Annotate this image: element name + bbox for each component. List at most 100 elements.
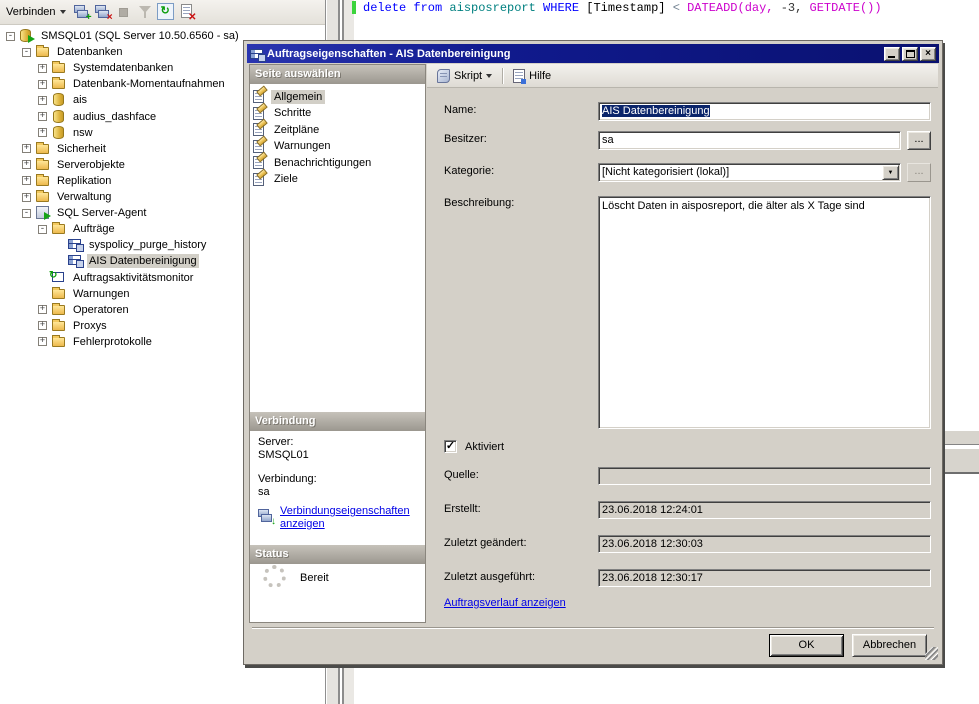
tree-item-label[interactable]: audius_dashface: [71, 110, 158, 124]
help-button[interactable]: Hilfe: [509, 67, 555, 85]
sidebar-page-label[interactable]: Allgemein: [271, 90, 325, 104]
job-history-link[interactable]: Auftragsverlauf anzeigen: [444, 597, 566, 609]
expand-toggle-icon[interactable]: -: [6, 32, 15, 41]
db-icon: [53, 126, 64, 139]
tree-item[interactable]: - SQL Server-Agent: [20, 205, 148, 221]
tree-item[interactable]: + Fehlerprotokolle: [36, 334, 154, 350]
folder-icon: [36, 160, 49, 170]
enabled-checkbox[interactable]: ✓: [444, 440, 457, 453]
tree-item-label[interactable]: Replikation: [55, 174, 113, 188]
owner-input[interactable]: sa: [598, 131, 901, 150]
tree-item[interactable]: - Aufträge: [36, 221, 117, 237]
expand-toggle-icon[interactable]: +: [38, 64, 47, 73]
connection-properties-link[interactable]: Verbindungseigenschaften anzeigen: [280, 505, 410, 531]
sidebar-page-item[interactable]: Ziele: [252, 171, 301, 188]
sidebar-page-label[interactable]: Benachrichtigungen: [271, 156, 374, 170]
sidebar-page-label[interactable]: Zeitpläne: [271, 123, 322, 137]
tree-item[interactable]: + Systemdatenbanken: [36, 60, 175, 76]
tree-item-label[interactable]: Fehlerprotokolle: [71, 335, 154, 349]
tree-item-label[interactable]: SMSQL01 (SQL Server 10.50.6560 - sa): [39, 29, 241, 43]
disconnect-server-button[interactable]: ×: [94, 3, 112, 21]
tree-item-label[interactable]: Serverobjekte: [55, 158, 127, 172]
db-icon: [51, 125, 68, 141]
sql-editor-line[interactable]: delete from aisposreport WHERE [Timestam…: [363, 1, 882, 15]
tree-item-label[interactable]: Systemdatenbanken: [71, 61, 175, 75]
expand-toggle-icon[interactable]: +: [38, 305, 47, 314]
tree-item[interactable]: + Operatoren: [36, 302, 131, 318]
job-icon: [68, 239, 81, 249]
expand-toggle-icon[interactable]: +: [38, 112, 47, 121]
tree-item[interactable]: syspolicy_purge_history: [52, 237, 208, 253]
dialog-titlebar[interactable]: Auftragseigenschaften - AIS Datenbereini…: [247, 44, 939, 63]
tree-item[interactable]: Warnungen: [36, 286, 131, 302]
background-scrollbar[interactable]: [941, 448, 979, 474]
resize-grip[interactable]: [925, 647, 938, 660]
expand-toggle-icon[interactable]: +: [22, 160, 31, 169]
tree-item[interactable]: + Proxys: [36, 318, 109, 334]
tree-item-label[interactable]: Datenbanken: [55, 45, 124, 59]
minimize-button[interactable]: [884, 47, 900, 61]
tree-item-label[interactable]: SQL Server-Agent: [55, 206, 148, 220]
maximize-button[interactable]: [902, 47, 918, 61]
refresh-button[interactable]: ↻: [157, 3, 175, 21]
script-error-button[interactable]: ✕: [178, 3, 196, 21]
tree-item-label[interactable]: Datenbank-Momentaufnahmen: [71, 77, 227, 91]
tree-item[interactable]: AIS Datenbereinigung: [52, 253, 199, 269]
help-label: Hilfe: [529, 70, 551, 82]
cancel-button[interactable]: Abbrechen: [852, 634, 927, 657]
tree-item-label[interactable]: Aufträge: [71, 222, 117, 236]
tree-item-label[interactable]: Operatoren: [71, 303, 131, 317]
tree-item-label[interactable]: ais: [71, 93, 89, 107]
sidebar-page-label[interactable]: Warnungen: [271, 139, 333, 153]
server-value: SMSQL01: [258, 449, 309, 461]
tree-item-label[interactable]: AIS Datenbereinigung: [87, 254, 199, 268]
expand-toggle-icon[interactable]: -: [22, 209, 31, 218]
owner-browse-button[interactable]: ...: [907, 131, 931, 150]
expand-toggle-icon[interactable]: +: [38, 80, 47, 89]
tree-item-label[interactable]: Auftragsaktivitätsmonitor: [71, 271, 195, 285]
category-dropdown[interactable]: [Nicht kategorisiert (lokal)] ▼: [598, 163, 901, 182]
expand-toggle-icon[interactable]: -: [22, 48, 31, 57]
tree-item-label[interactable]: Proxys: [71, 319, 109, 333]
expand-toggle-icon[interactable]: +: [38, 96, 47, 105]
tree-item[interactable]: + Sicherheit: [20, 141, 108, 157]
folder-icon: [36, 47, 49, 57]
connect-server-button[interactable]: +: [73, 3, 91, 21]
tree-item[interactable]: + audius_dashface: [36, 109, 158, 125]
sidebar-page-label[interactable]: Schritte: [271, 106, 314, 120]
tree-item-label[interactable]: nsw: [71, 126, 95, 140]
tree-item[interactable]: + ais: [36, 92, 89, 108]
expand-toggle-icon[interactable]: +: [38, 337, 47, 346]
tree-item[interactable]: + Datenbank-Momentaufnahmen: [36, 76, 227, 92]
tree-item-label[interactable]: syspolicy_purge_history: [87, 238, 208, 252]
tree-item[interactable]: + Verwaltung: [20, 189, 113, 205]
connect-menu-button[interactable]: Verbinden: [2, 4, 70, 20]
page-icon: [252, 155, 268, 170]
expand-toggle-icon[interactable]: +: [38, 321, 47, 330]
script-menu-button[interactable]: Skript: [433, 67, 496, 85]
description-textarea[interactable]: Löscht Daten in aisposreport, die älter …: [598, 196, 931, 429]
tree-item-label[interactable]: Verwaltung: [55, 190, 113, 204]
tree-item[interactable]: - SMSQL01 (SQL Server 10.50.6560 - sa): [4, 28, 241, 44]
expand-toggle-icon[interactable]: +: [22, 176, 31, 185]
sidebar-page-item[interactable]: Benachrichtigungen: [252, 154, 374, 171]
tree-item-label[interactable]: Sicherheit: [55, 142, 108, 156]
tree-item-label[interactable]: Warnungen: [71, 287, 131, 301]
expand-toggle-icon[interactable]: -: [38, 225, 47, 234]
name-input[interactable]: AIS Datenbereinigung: [598, 102, 931, 121]
tree-item[interactable]: - Datenbanken: [20, 44, 124, 60]
close-button[interactable]: ×: [920, 47, 936, 61]
expand-toggle-icon[interactable]: +: [38, 128, 47, 137]
tree-item[interactable]: + Replikation: [20, 173, 113, 189]
expand-toggle-icon[interactable]: +: [22, 144, 31, 153]
expand-slot: +: [36, 78, 49, 91]
tree-item[interactable]: Auftragsaktivitätsmonitor: [36, 270, 195, 286]
dropdown-arrow-icon[interactable]: ▼: [882, 165, 899, 180]
ok-button[interactable]: OK: [769, 634, 844, 657]
tree-item[interactable]: + nsw: [36, 125, 95, 141]
sidebar-page-label[interactable]: Ziele: [271, 172, 301, 186]
tree-item[interactable]: + Serverobjekte: [20, 157, 127, 173]
expand-toggle-icon[interactable]: +: [22, 193, 31, 202]
folder-icon: [35, 157, 52, 173]
db-icon: [51, 109, 68, 125]
